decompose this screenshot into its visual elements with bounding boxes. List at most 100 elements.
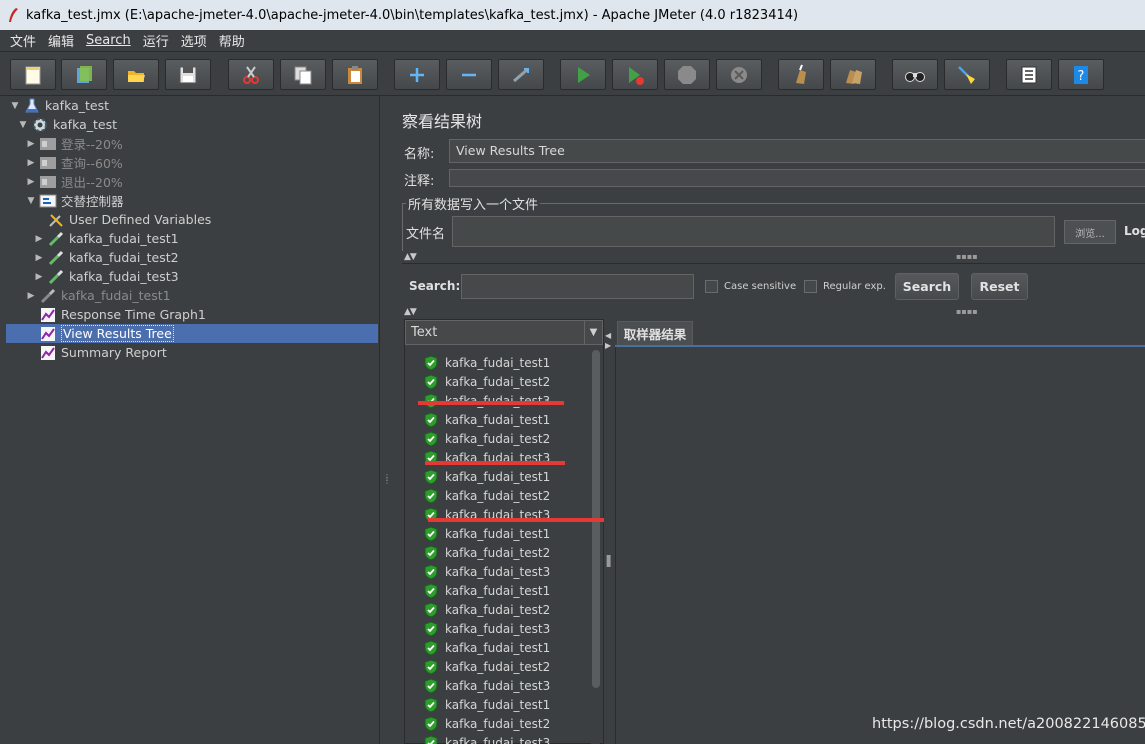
renderer-select[interactable]: Text ▼ (405, 320, 603, 345)
result-item[interactable]: kafka_fudai_test1 (423, 581, 550, 600)
result-item[interactable]: kafka_fudai_test1 (423, 524, 550, 543)
tree-item-query-controller[interactable]: ▶ 查询--60% (26, 153, 123, 172)
menu-edit[interactable]: 编辑 (42, 31, 80, 50)
sampler-result-content (615, 347, 1145, 744)
result-item[interactable]: kafka_fudai_test2 (423, 714, 550, 733)
splitter-grip-icon[interactable]: ▪ ▪ ▪ (606, 553, 611, 569)
search-submit-button[interactable]: Search (895, 273, 959, 300)
collapsed-arrow-icon[interactable]: ▶ (26, 291, 36, 301)
result-item[interactable]: kafka_fudai_test2 (423, 600, 550, 619)
tree-item-interleave-controller[interactable]: ▼ 交替控制器 (26, 191, 124, 210)
case-sensitive-checkbox[interactable] (705, 280, 718, 293)
clear-button[interactable] (778, 59, 824, 90)
collapse-arrows-icon[interactable]: ▲▼ (404, 307, 417, 317)
result-item-label: kafka_fudai_test2 (445, 659, 551, 674)
renderer-select-value: Text (411, 325, 438, 340)
expanded-arrow-icon[interactable]: ▼ (26, 196, 36, 206)
collapse-arrows-icon[interactable]: ▲▼ (404, 252, 417, 262)
tab-sampler-result[interactable]: 取样器结果 (617, 321, 693, 345)
annotation-line (418, 401, 564, 405)
expand-all-button[interactable] (394, 59, 440, 90)
name-field[interactable]: View Results Tree (449, 139, 1145, 163)
result-item[interactable]: kafka_fudai_test2 (423, 543, 550, 562)
split-arrows-icon[interactable]: ◀ ▶ (605, 331, 611, 351)
result-item[interactable]: kafka_fudai_test3 (423, 619, 550, 638)
name-label: 名称: (404, 147, 435, 162)
templates-button[interactable] (61, 59, 107, 90)
browse-button[interactable]: 浏览... (1064, 220, 1116, 244)
comment-field[interactable] (449, 169, 1145, 187)
clear-all-button[interactable] (830, 59, 876, 90)
reset-button[interactable]: Reset (971, 273, 1028, 300)
divider-grip-icon[interactable]: ▪▪▪▪ (956, 307, 978, 316)
tree-item-test-plan[interactable]: ▼ kafka_test (10, 96, 109, 115)
result-item[interactable]: kafka_fudai_test3 (423, 676, 550, 695)
tree-item-sampler[interactable]: ▶ kafka_fudai_test1 (34, 229, 179, 248)
new-button[interactable] (10, 59, 56, 90)
reset-search-button[interactable] (944, 59, 990, 90)
stop-button[interactable] (664, 59, 710, 90)
expanded-arrow-icon[interactable]: ▼ (10, 101, 20, 111)
toggle-button[interactable] (498, 59, 544, 90)
collapse-all-button[interactable] (446, 59, 492, 90)
expanded-arrow-icon[interactable]: ▼ (18, 120, 28, 130)
help-button[interactable]: ? (1058, 59, 1104, 90)
result-item[interactable]: kafka_fudai_test2 (423, 429, 550, 448)
success-shield-icon (423, 487, 439, 504)
main-splitter[interactable]: ⋮ ⋮ (380, 96, 391, 744)
result-item[interactable]: kafka_fudai_test1 (423, 353, 550, 372)
tree-item-summary-report[interactable]: Summary Report (39, 343, 167, 362)
result-item-label: kafka_fudai_test2 (445, 431, 551, 446)
menu-options[interactable]: 选项 (175, 31, 213, 50)
collapsed-arrow-icon[interactable]: ▶ (34, 234, 44, 244)
result-item[interactable]: kafka_fudai_test2 (423, 486, 550, 505)
filename-field[interactable] (452, 216, 1055, 247)
tree-item-sampler[interactable]: ▶ kafka_fudai_test3 (34, 267, 179, 286)
collapsed-arrow-icon[interactable]: ▶ (26, 158, 36, 168)
save-button[interactable] (165, 59, 211, 90)
shutdown-button[interactable] (716, 59, 762, 90)
pipette-icon (47, 231, 65, 247)
copy-button[interactable] (280, 59, 326, 90)
annotation-line (425, 461, 565, 465)
wrench-icon (47, 212, 65, 228)
collapsed-arrow-icon[interactable]: ▶ (26, 177, 36, 187)
menu-help[interactable]: 帮助 (213, 31, 251, 50)
result-item[interactable]: kafka_fudai_test2 (423, 372, 550, 391)
result-item[interactable]: kafka_fudai_test3 (423, 733, 550, 744)
function-helper-button[interactable] (1006, 59, 1052, 90)
collapsed-arrow-icon[interactable]: ▶ (26, 139, 36, 149)
search-input[interactable] (461, 274, 694, 299)
start-no-pauses-button[interactable] (612, 59, 658, 90)
cut-button[interactable] (228, 59, 274, 90)
tree-item-user-defined-variables[interactable]: User Defined Variables (47, 210, 211, 229)
menu-search[interactable]: Search (80, 33, 137, 48)
collapsed-arrow-icon[interactable]: ▶ (34, 272, 44, 282)
tree-item-login-controller[interactable]: ▶ 登录--20% (26, 134, 123, 153)
menu-run[interactable]: 运行 (137, 31, 175, 50)
result-item[interactable]: kafka_fudai_test2 (423, 657, 550, 676)
tree-item-view-results-tree[interactable]: View Results Tree (6, 324, 378, 343)
collapsed-arrow-icon[interactable]: ▶ (34, 253, 44, 263)
result-item[interactable]: kafka_fudai_test1 (423, 638, 550, 657)
chevron-down-icon[interactable]: ▼ (584, 321, 602, 344)
open-button[interactable] (113, 59, 159, 90)
tree-item-thread-group[interactable]: ▼ kafka_test (18, 115, 117, 134)
tree-item-response-time-graph[interactable]: Response Time Graph1 (39, 305, 206, 324)
result-item[interactable]: kafka_fudai_test1 (423, 467, 550, 486)
paste-button[interactable] (332, 59, 378, 90)
results-splitter[interactable]: ◀ ▶ ▪ ▪ ▪ (604, 319, 614, 744)
result-item[interactable]: kafka_fudai_test1 (423, 410, 550, 429)
search-button[interactable] (892, 59, 938, 90)
result-item[interactable]: kafka_fudai_test1 (423, 695, 550, 714)
regex-checkbox[interactable] (804, 280, 817, 293)
divider-grip-icon[interactable]: ▪▪▪▪ (956, 252, 978, 261)
result-item[interactable]: kafka_fudai_test3 (423, 562, 550, 581)
menu-file[interactable]: 文件 (4, 31, 42, 50)
results-scrollbar[interactable] (591, 350, 600, 744)
tree-item-logout-controller[interactable]: ▶ 退出--20% (26, 172, 123, 191)
tree-item-sampler-disabled[interactable]: ▶ kafka_fudai_test1 (26, 286, 171, 305)
tree-item-sampler[interactable]: ▶ kafka_fudai_test2 (34, 248, 179, 267)
start-button[interactable] (560, 59, 606, 90)
result-item-label: kafka_fudai_test3 (445, 621, 551, 636)
